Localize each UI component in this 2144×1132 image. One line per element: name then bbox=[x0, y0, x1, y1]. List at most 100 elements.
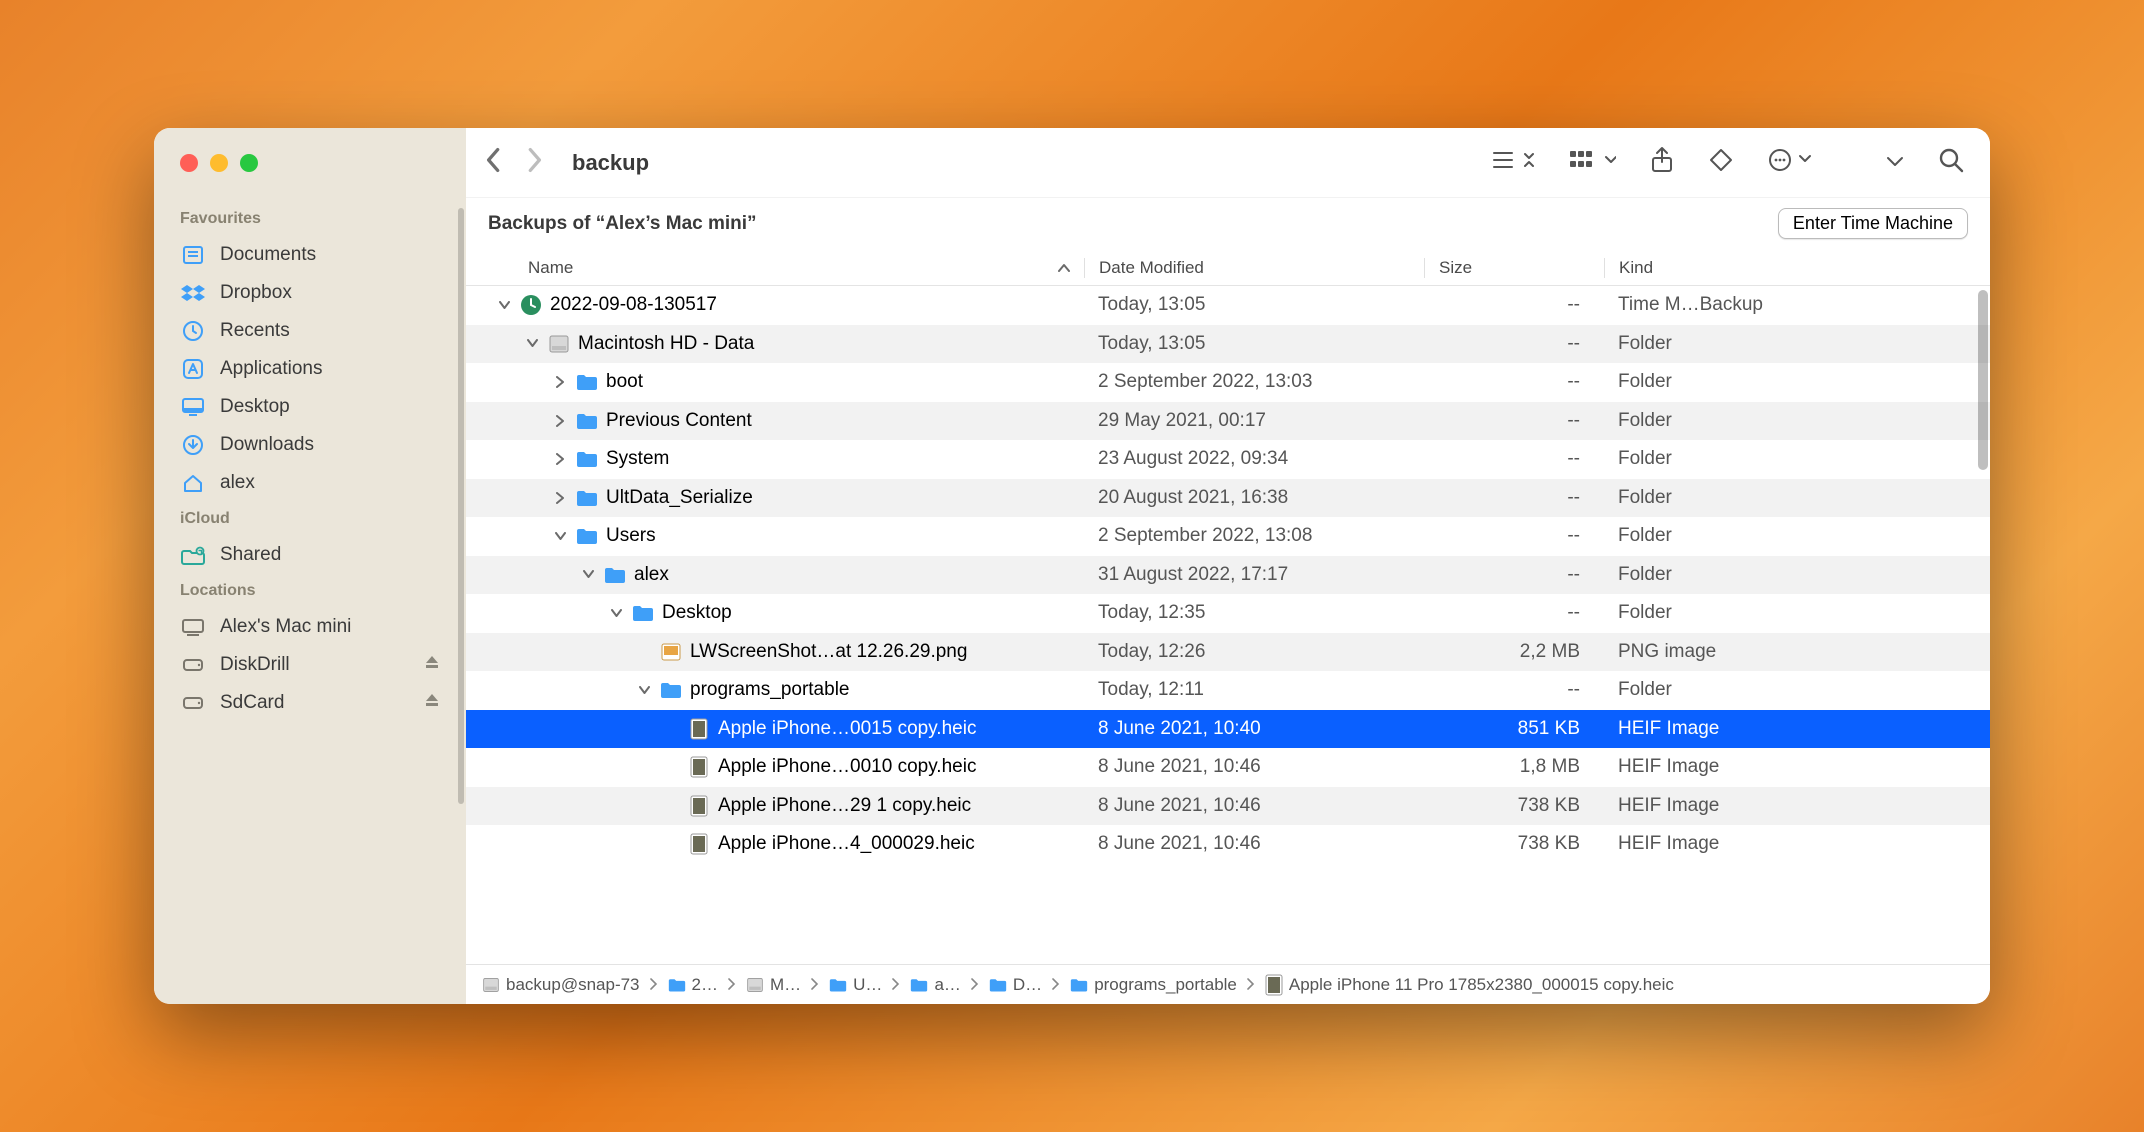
tm-icon bbox=[520, 294, 542, 316]
column-name[interactable]: Name bbox=[488, 258, 1084, 278]
file-row[interactable]: 2022-09-08-130517Today, 13:05--Time M…Ba… bbox=[466, 286, 1990, 325]
heic-icon bbox=[688, 833, 710, 855]
path-segment[interactable]: Apple iPhone 11 Pro 1785x2380_000015 cop… bbox=[1265, 975, 1674, 995]
file-row[interactable]: alex31 August 2022, 17:17--Folder bbox=[466, 556, 1990, 595]
file-row[interactable]: Apple iPhone…0010 copy.heic8 June 2021, … bbox=[466, 748, 1990, 787]
file-row[interactable]: Macintosh HD - DataToday, 13:05--Folder bbox=[466, 325, 1990, 364]
minimize-button[interactable] bbox=[210, 154, 228, 172]
more-button[interactable] bbox=[1768, 148, 1812, 177]
column-size[interactable]: Size bbox=[1424, 258, 1604, 278]
disclosure-icon[interactable] bbox=[524, 339, 540, 348]
back-button[interactable] bbox=[484, 147, 501, 178]
view-mode-button[interactable] bbox=[1492, 148, 1536, 177]
disclosure-icon[interactable] bbox=[552, 532, 568, 541]
sidebar-item-label: Alex's Mac mini bbox=[220, 616, 351, 638]
path-segment[interactable]: a… bbox=[910, 975, 960, 995]
group-button[interactable] bbox=[1570, 149, 1616, 176]
sidebar-item-downloads[interactable]: Downloads bbox=[154, 426, 466, 464]
disclosure-icon[interactable] bbox=[552, 415, 568, 427]
file-row[interactable]: Apple iPhone…0015 copy.heic8 June 2021, … bbox=[466, 710, 1990, 749]
folder-icon bbox=[829, 977, 847, 993]
sidebar-item-diskdrill[interactable]: DiskDrill bbox=[154, 646, 466, 684]
sidebar-item-recents[interactable]: Recents bbox=[154, 312, 466, 350]
file-row[interactable]: Apple iPhone…29 1 copy.heic8 June 2021, … bbox=[466, 787, 1990, 826]
path-segment[interactable]: M… bbox=[746, 975, 801, 995]
file-name: alex bbox=[634, 564, 669, 586]
share-button[interactable] bbox=[1650, 146, 1674, 179]
file-row[interactable]: boot2 September 2022, 13:03--Folder bbox=[466, 363, 1990, 402]
file-kind: Folder bbox=[1604, 564, 1990, 586]
disclosure-icon[interactable] bbox=[608, 609, 624, 618]
file-row[interactable]: programs_portableToday, 12:11--Folder bbox=[466, 671, 1990, 710]
eject-icon[interactable] bbox=[424, 692, 440, 714]
path-segment[interactable]: 2… bbox=[668, 975, 718, 995]
scrollbar-thumb[interactable] bbox=[1978, 290, 1988, 470]
disclosure-icon[interactable] bbox=[552, 492, 568, 504]
path-bar: backup@snap-73 2… M… U… a… D… programs_portabl… bbox=[466, 964, 1990, 1004]
path-segment[interactable]: U… bbox=[829, 975, 882, 995]
fullscreen-button[interactable] bbox=[240, 154, 258, 172]
file-row[interactable]: Apple iPhone…4_000029.heic8 June 2021, 1… bbox=[466, 825, 1990, 864]
file-row[interactable]: UltData_Serialize20 August 2021, 16:38--… bbox=[466, 479, 1990, 518]
file-row[interactable]: DesktopToday, 12:35--Folder bbox=[466, 594, 1990, 633]
search-button[interactable] bbox=[1938, 147, 1964, 178]
path-segment[interactable]: D… bbox=[989, 975, 1042, 995]
download-icon bbox=[180, 432, 206, 458]
sidebar-item-label: Recents bbox=[220, 320, 290, 342]
file-name: Previous Content bbox=[606, 410, 752, 432]
file-size: -- bbox=[1424, 294, 1604, 316]
file-name: boot bbox=[606, 371, 643, 393]
sort-indicator-icon bbox=[1058, 258, 1084, 278]
sidebar-item-macmini[interactable]: Alex's Mac mini bbox=[154, 608, 466, 646]
disclosure-icon[interactable] bbox=[552, 376, 568, 388]
file-name: programs_portable bbox=[690, 679, 849, 701]
tag-button[interactable] bbox=[1708, 147, 1734, 178]
sidebar-item-shared[interactable]: Shared bbox=[154, 536, 466, 574]
file-date: Today, 13:05 bbox=[1084, 294, 1424, 316]
doc-icon bbox=[180, 242, 206, 268]
disclosure-icon[interactable] bbox=[552, 453, 568, 465]
chevron-right-icon bbox=[1052, 975, 1060, 995]
file-date: Today, 12:26 bbox=[1084, 641, 1424, 663]
file-row[interactable]: System23 August 2022, 09:34--Folder bbox=[466, 440, 1990, 479]
nav-arrows bbox=[484, 147, 544, 178]
disclosure-icon[interactable] bbox=[580, 570, 596, 579]
file-date: 8 June 2021, 10:40 bbox=[1084, 718, 1424, 740]
sidebar-item-documents[interactable]: Documents bbox=[154, 236, 466, 274]
file-size: -- bbox=[1424, 410, 1604, 432]
disclosure-icon[interactable] bbox=[636, 686, 652, 695]
sidebar-item-sdcard[interactable]: SdCard bbox=[154, 684, 466, 722]
file-kind: Time M…Backup bbox=[1604, 294, 1990, 316]
file-kind: HEIF Image bbox=[1604, 756, 1990, 778]
file-kind: Folder bbox=[1604, 525, 1990, 547]
file-row[interactable]: Users2 September 2022, 13:08--Folder bbox=[466, 517, 1990, 556]
file-size: -- bbox=[1424, 371, 1604, 393]
forward-button[interactable] bbox=[527, 147, 544, 178]
sidebar-item-dropbox[interactable]: Dropbox bbox=[154, 274, 466, 312]
path-label: programs_portable bbox=[1094, 975, 1237, 995]
sidebar-item-label: Documents bbox=[220, 244, 316, 266]
dropdown-button[interactable] bbox=[1886, 154, 1904, 172]
finder-window: FavouritesDocumentsDropboxRecentsApplica… bbox=[154, 128, 1990, 1004]
column-date[interactable]: Date Modified bbox=[1084, 258, 1424, 278]
home-icon bbox=[180, 470, 206, 496]
eject-icon[interactable] bbox=[424, 654, 440, 676]
file-name: Macintosh HD - Data bbox=[578, 333, 754, 355]
file-row[interactable]: Previous Content29 May 2021, 00:17--Fold… bbox=[466, 402, 1990, 441]
folder-icon bbox=[604, 564, 626, 586]
file-row[interactable]: LWScreenShot…at 12.26.29.pngToday, 12:26… bbox=[466, 633, 1990, 672]
disclosure-icon[interactable] bbox=[496, 301, 512, 310]
path-segment[interactable]: programs_portable bbox=[1070, 975, 1237, 995]
enter-time-machine-button[interactable]: Enter Time Machine bbox=[1778, 208, 1968, 239]
hd-icon bbox=[548, 333, 570, 355]
sidebar-item-desktop[interactable]: Desktop bbox=[154, 388, 466, 426]
file-size: -- bbox=[1424, 564, 1604, 586]
close-button[interactable] bbox=[180, 154, 198, 172]
path-label: M… bbox=[770, 975, 801, 995]
file-list[interactable]: 2022-09-08-130517Today, 13:05--Time M…Ba… bbox=[466, 286, 1990, 964]
sidebar-item-applications[interactable]: Applications bbox=[154, 350, 466, 388]
sidebar-item-alex[interactable]: alex bbox=[154, 464, 466, 502]
path-segment[interactable]: backup@snap-73 bbox=[482, 975, 640, 995]
column-kind[interactable]: Kind bbox=[1604, 258, 1990, 278]
file-size: 1,8 MB bbox=[1424, 756, 1604, 778]
